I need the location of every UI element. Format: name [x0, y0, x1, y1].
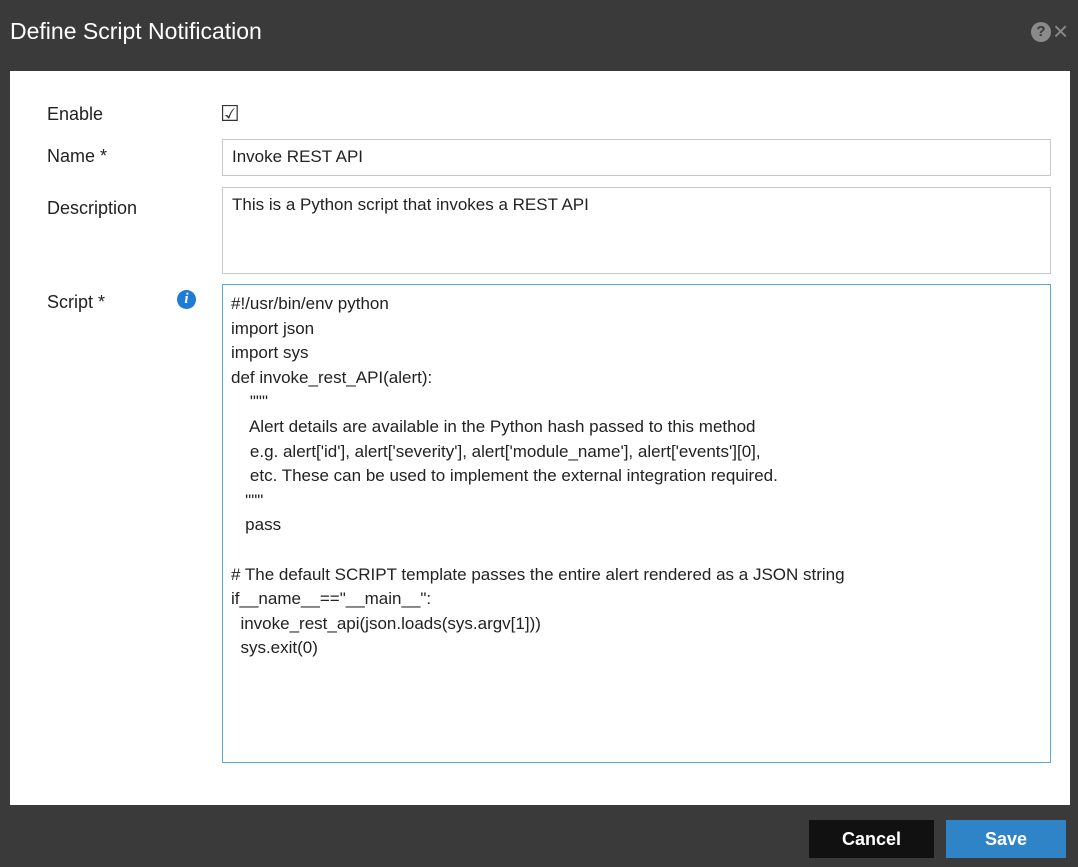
script-line [231, 538, 1042, 563]
script-line: import json [231, 318, 315, 338]
script-line: sys.exit(0) [231, 638, 318, 658]
cancel-button[interactable]: Cancel [809, 820, 934, 858]
description-field[interactable]: This is a Python script that invokes a R… [222, 187, 1051, 274]
script-editor[interactable]: #!/usr/bin/env python import json import s… [222, 284, 1051, 763]
enable-checkbox[interactable]: ☑ [220, 103, 240, 125]
enable-label: Enable [47, 104, 104, 124]
script-line: import sys [231, 343, 309, 363]
script-label: Script * [47, 292, 106, 312]
script-line: etc. These can be used to implement the … [231, 466, 778, 486]
close-icon[interactable]: × [1053, 16, 1068, 46]
script-line: e.g. alert['id'], alert['severity'], ale… [231, 441, 761, 461]
script-line: def invoke_rest_API(alert): [231, 367, 433, 387]
info-icon[interactable]: i [177, 290, 196, 309]
script-line: """ [231, 392, 268, 412]
dialog-title-bar: Define Script Notification ? × [0, 0, 1078, 71]
script-line: """ [231, 490, 264, 510]
dialog-title: Define Script Notification [10, 18, 262, 44]
script-line: Alert details are available in the Pytho… [231, 416, 756, 436]
description-label: Description [47, 198, 138, 218]
save-button[interactable]: Save [946, 820, 1066, 858]
script-line: pass [231, 515, 282, 535]
script-line: # The default SCRIPT template passes the… [231, 564, 845, 584]
script-line: #!/usr/bin/env python [231, 294, 389, 313]
script-line: if__name__=="__main__": [231, 589, 432, 609]
dialog-footer: Cancel Save [0, 805, 1078, 867]
name-label: Name * [47, 146, 108, 166]
help-icon[interactable]: ? [1031, 22, 1051, 42]
name-field[interactable]: Invoke REST API [222, 139, 1051, 176]
script-line: invoke_rest_api(json.loads(sys.argv[1])) [231, 613, 541, 633]
